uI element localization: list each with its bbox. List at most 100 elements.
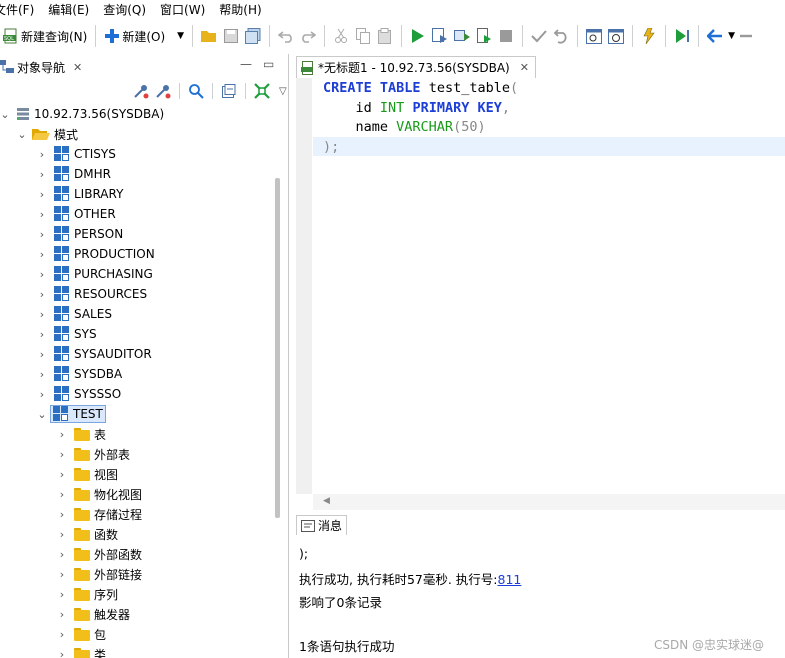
chevron-right-icon[interactable]: › xyxy=(36,228,48,241)
menu-window[interactable]: 窗口(W) xyxy=(160,1,211,18)
tree-node-object-type[interactable]: › 包 xyxy=(56,624,106,644)
selected-node[interactable]: TEST xyxy=(50,405,106,423)
view-menu-icon[interactable]: ▽ xyxy=(279,86,287,97)
menu-help[interactable]: 帮助(H) xyxy=(219,1,267,18)
tree-node-schema[interactable]: › OTHER xyxy=(36,204,116,224)
forward-arrow-icon[interactable] xyxy=(735,25,757,47)
scroll-left-icon[interactable]: ◀ xyxy=(323,496,330,506)
tree-node-object-type[interactable]: › 序列 xyxy=(56,584,118,604)
tree-node-schemas[interactable]: ⌄ 模式 xyxy=(16,124,78,144)
commit-icon[interactable] xyxy=(528,25,550,47)
tree-node-schema-test[interactable]: ⌄ TEST xyxy=(36,404,106,424)
chevron-right-icon[interactable]: › xyxy=(56,448,68,461)
tree-node-object-type[interactable]: › 外部函数 xyxy=(56,544,142,564)
tree-node-object-type[interactable]: › 外部链接 xyxy=(56,564,142,584)
chevron-right-icon[interactable]: › xyxy=(56,508,68,521)
tree-node-schema[interactable]: › SYSAUDITOR xyxy=(36,344,152,364)
tree-node-object-type[interactable]: › 类 xyxy=(56,644,106,658)
chevron-right-icon[interactable]: › xyxy=(56,568,68,581)
menu-edit[interactable]: 编辑(E) xyxy=(48,1,95,18)
run-script-icon[interactable] xyxy=(429,25,451,47)
save-icon[interactable] xyxy=(220,25,242,47)
copy-icon[interactable] xyxy=(352,25,374,47)
tree-node-schema[interactable]: › DMHR xyxy=(36,164,111,184)
execute-file-icon[interactable] xyxy=(473,25,495,47)
tree-node-schema[interactable]: › PERSON xyxy=(36,224,123,244)
chevron-right-icon[interactable]: › xyxy=(36,268,48,281)
chevron-right-icon[interactable]: › xyxy=(56,588,68,601)
tree-node-schema[interactable]: › LIBRARY xyxy=(36,184,123,204)
chevron-right-icon[interactable]: › xyxy=(36,288,48,301)
chevron-right-icon[interactable]: › xyxy=(36,328,48,341)
chevron-down-icon[interactable]: ⌄ xyxy=(16,128,28,141)
chevron-right-icon[interactable]: › xyxy=(36,148,48,161)
chevron-right-icon[interactable]: › xyxy=(36,208,48,221)
chevron-down-icon[interactable]: ⌄ xyxy=(36,408,48,421)
chevron-down-icon[interactable]: ▼ xyxy=(177,31,184,41)
redo-icon[interactable] xyxy=(297,25,319,47)
link-editor-icon[interactable] xyxy=(251,80,273,102)
chevron-right-icon[interactable]: › xyxy=(36,248,48,261)
chevron-right-icon[interactable]: › xyxy=(36,168,48,181)
step-run-icon[interactable] xyxy=(671,25,693,47)
chevron-right-icon[interactable]: › xyxy=(56,548,68,561)
save-all-icon[interactable] xyxy=(242,25,264,47)
connect-icon[interactable] xyxy=(130,80,152,102)
tree-node-schema[interactable]: › CTISYS xyxy=(36,144,116,164)
tree-node-object-type[interactable]: › 物化视图 xyxy=(56,484,142,504)
new-query-button[interactable]: SQL 新建查询(N) xyxy=(0,24,90,48)
new-button[interactable]: 新建(O) ▼ xyxy=(101,24,187,48)
run-selection-icon[interactable] xyxy=(451,25,473,47)
chevron-right-icon[interactable]: › xyxy=(56,528,68,541)
maximize-icon[interactable]: ▭ xyxy=(263,57,274,71)
collapse-all-icon[interactable] xyxy=(218,80,240,102)
close-icon[interactable]: ✕ xyxy=(73,61,82,74)
tree-node-object-type[interactable]: › 触发器 xyxy=(56,604,130,624)
chevron-right-icon[interactable]: › xyxy=(56,608,68,621)
tree-node-schema[interactable]: › SALES xyxy=(36,304,112,324)
minimize-icon[interactable]: — xyxy=(240,57,252,71)
explain-plan-icon[interactable] xyxy=(583,25,605,47)
undo-icon[interactable] xyxy=(275,25,297,47)
menu-query[interactable]: 查询(Q) xyxy=(103,1,152,18)
chevron-right-icon[interactable]: › xyxy=(56,468,68,481)
chevron-right-icon[interactable]: › xyxy=(36,368,48,381)
open-folder-icon[interactable] xyxy=(198,25,220,47)
tree-node-object-type[interactable]: › 表 xyxy=(56,424,106,444)
search-icon[interactable] xyxy=(185,80,207,102)
tree-node-schema[interactable]: › PRODUCTION xyxy=(36,244,155,264)
tree-node-object-type[interactable]: › 函数 xyxy=(56,524,118,544)
navigator-scrollbar[interactable] xyxy=(275,178,280,518)
debug-icon[interactable] xyxy=(638,25,660,47)
tree-node-object-type[interactable]: › 视图 xyxy=(56,464,118,484)
tree-node-schema[interactable]: › PURCHASING xyxy=(36,264,153,284)
chevron-right-icon[interactable]: › xyxy=(56,648,68,658)
messages-tab[interactable]: 消息 xyxy=(296,515,348,535)
object-navigator-tab[interactable]: 对象导航 ✕ xyxy=(0,56,82,78)
chevron-down-icon[interactable]: ⌄ xyxy=(0,108,10,121)
execution-history-icon[interactable] xyxy=(605,25,627,47)
close-icon[interactable]: ✕ xyxy=(520,61,529,74)
disconnect-icon[interactable] xyxy=(152,80,174,102)
chevron-right-icon[interactable]: › xyxy=(56,628,68,641)
tree-node-schema[interactable]: › SYSDBA xyxy=(36,364,122,384)
chevron-down-icon[interactable]: ▼ xyxy=(728,31,735,41)
chevron-right-icon[interactable]: › xyxy=(36,308,48,321)
exec-number-link[interactable]: 811 xyxy=(498,572,522,587)
tree-node-schema[interactable]: › SYSSSO xyxy=(36,384,121,404)
tree-node-connection[interactable]: ⌄ 10.92.73.56(SYSDBA) xyxy=(0,104,164,124)
editor-tab[interactable]: *无标题1 - 10.92.73.56(SYSDBA) ✕ xyxy=(296,56,536,78)
paste-icon[interactable] xyxy=(374,25,396,47)
chevron-right-icon[interactable]: › xyxy=(36,388,48,401)
menu-file[interactable]: 文件(F) xyxy=(0,1,40,18)
cut-icon[interactable] xyxy=(330,25,352,47)
tree-node-object-type[interactable]: › 外部表 xyxy=(56,444,130,464)
run-icon[interactable] xyxy=(407,25,429,47)
stop-icon[interactable] xyxy=(495,25,517,47)
chevron-right-icon[interactable]: › xyxy=(36,348,48,361)
editor-horizontal-scrollbar[interactable]: ◀ xyxy=(313,494,785,510)
rollback-icon[interactable] xyxy=(550,25,572,47)
tree-node-schema[interactable]: › RESOURCES xyxy=(36,284,147,304)
back-arrow-icon[interactable] xyxy=(704,25,726,47)
tree-node-object-type[interactable]: › 存储过程 xyxy=(56,504,142,524)
